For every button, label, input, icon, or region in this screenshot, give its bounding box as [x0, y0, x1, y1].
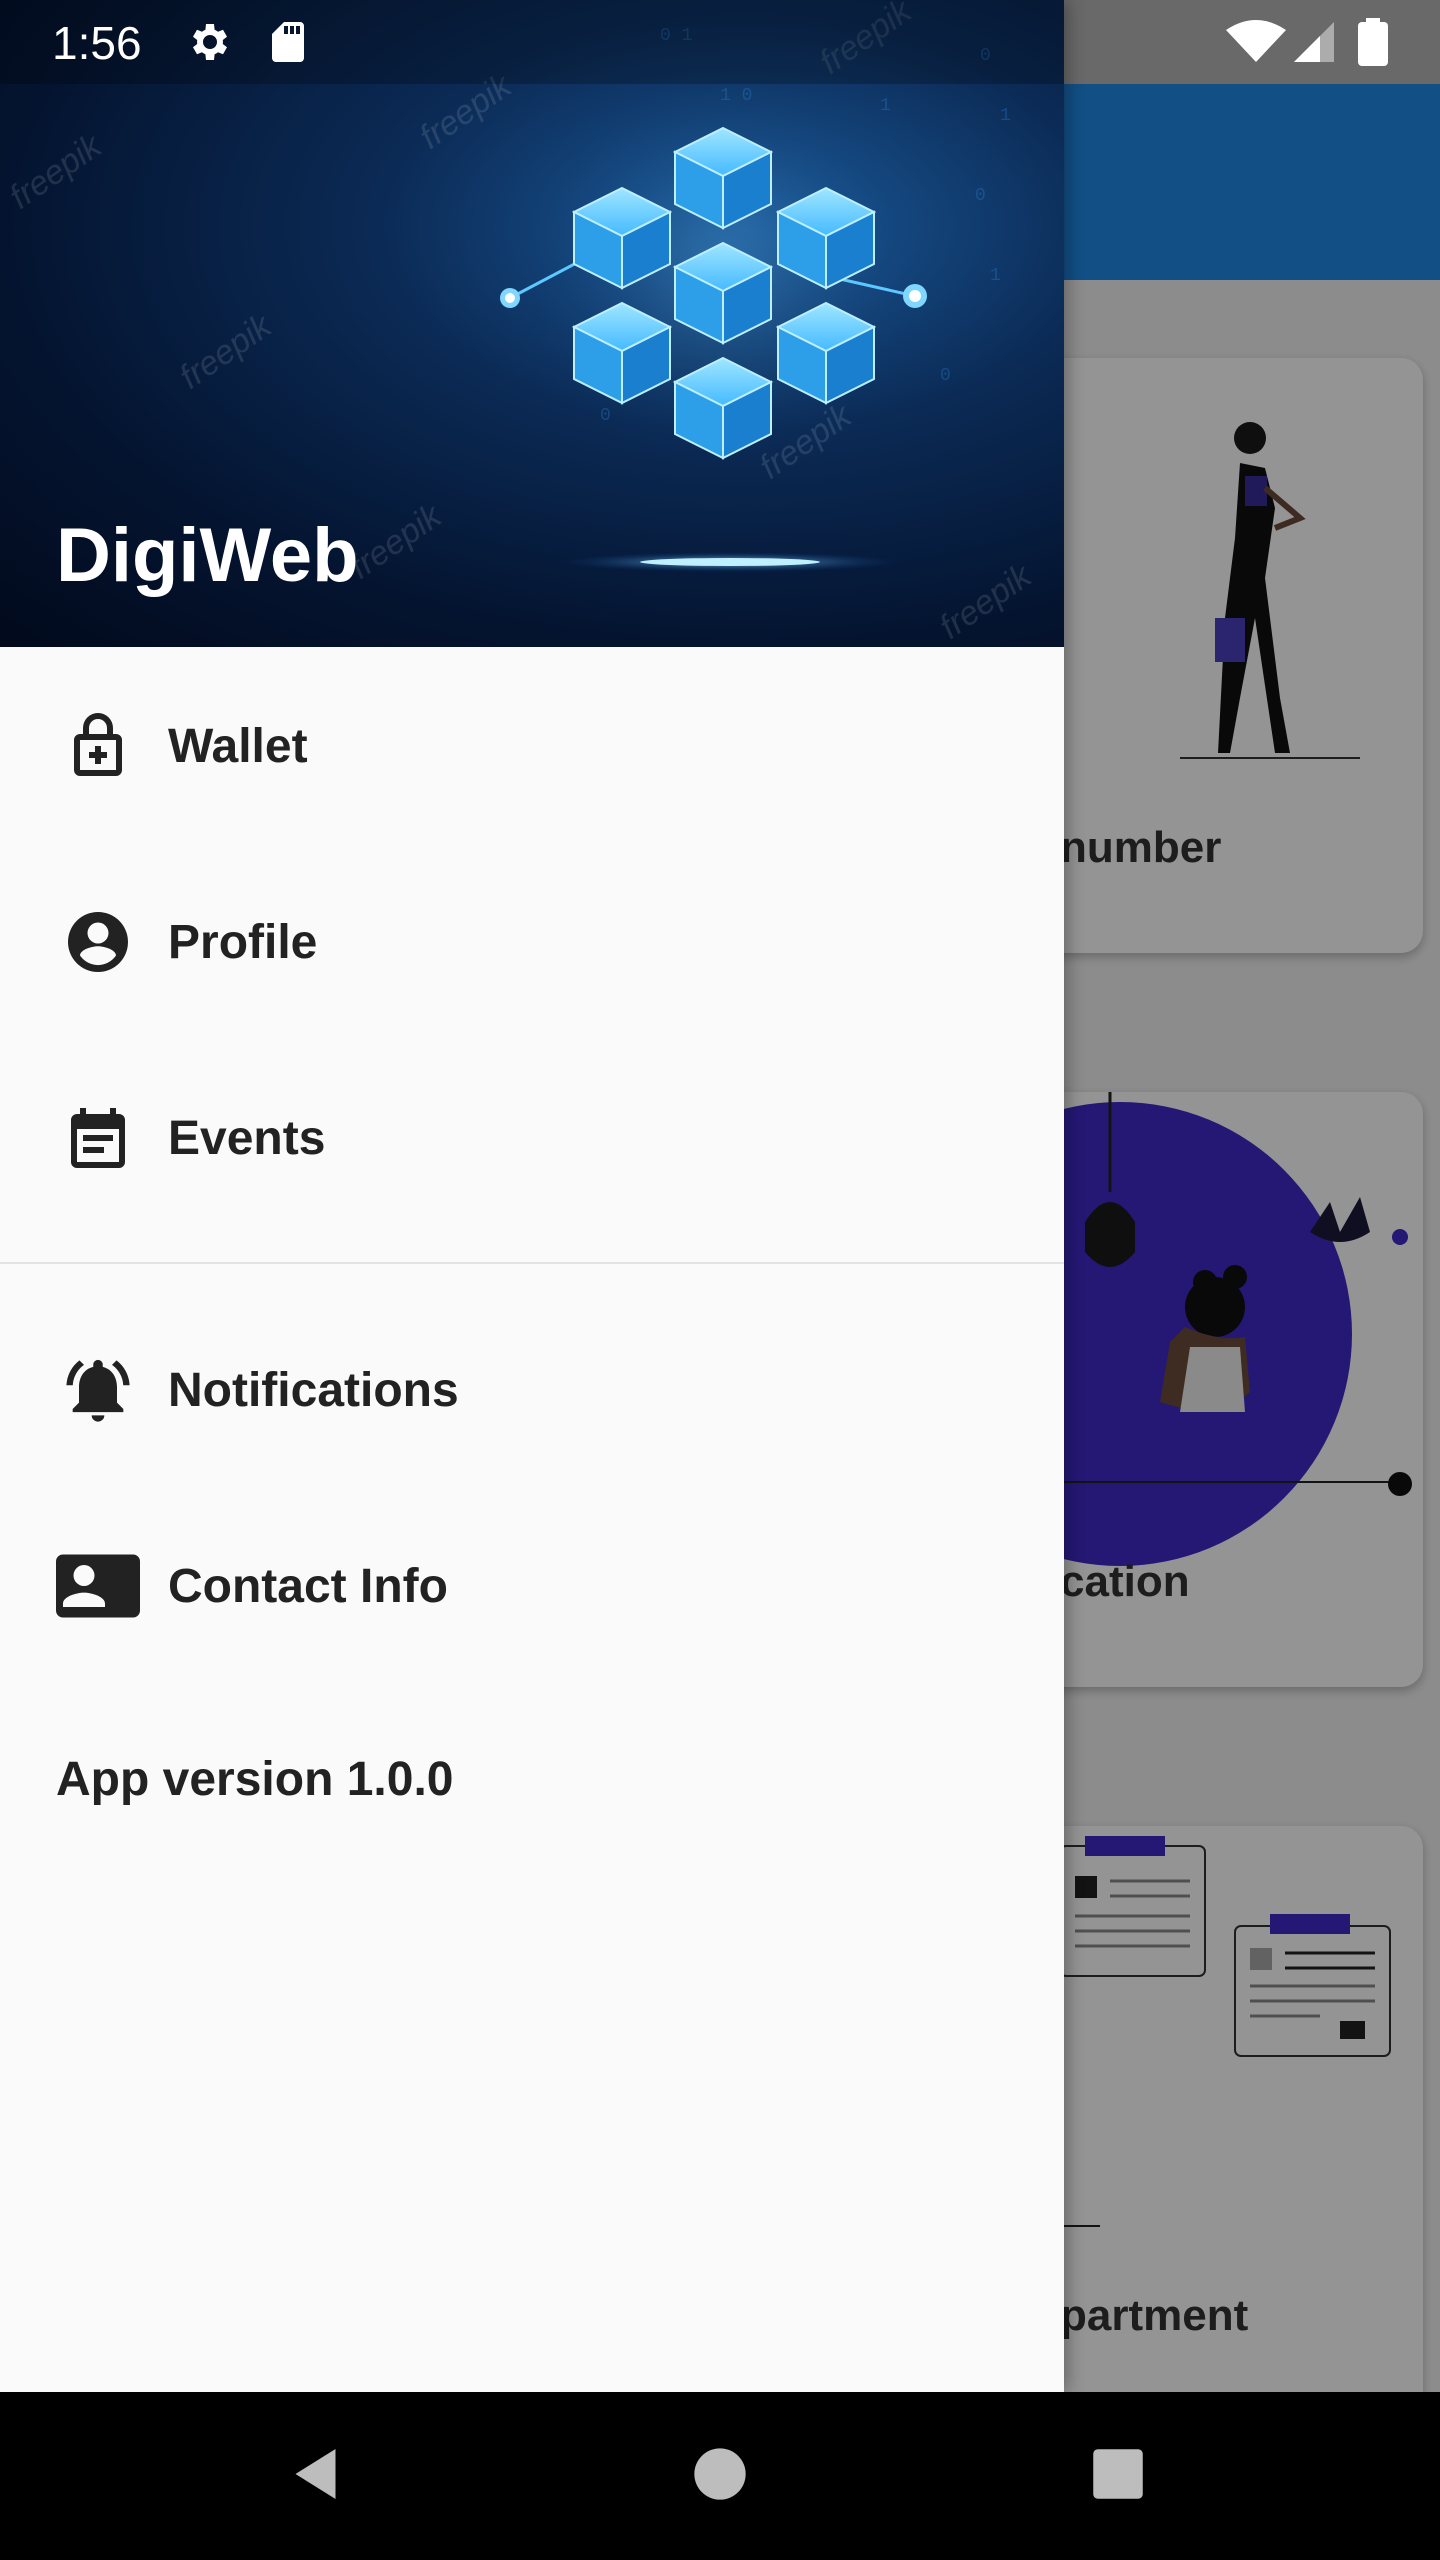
- back-button[interactable]: [234, 2392, 402, 2560]
- status-time: 1:56: [52, 17, 142, 69]
- calendar-event-icon: [56, 1096, 140, 1180]
- svg-text:freepik: freepik: [933, 556, 1040, 647]
- svg-text:1: 1: [1000, 106, 1011, 126]
- svg-text:1: 1: [880, 96, 891, 116]
- home-icon: [692, 2446, 748, 2507]
- menu-item-contact-info[interactable]: Contact Info: [0, 1488, 1064, 1684]
- menu-item-events[interactable]: Events: [0, 1040, 1064, 1236]
- recents-icon: [1091, 2447, 1145, 2506]
- system-navigation-bar: [0, 2392, 1440, 2560]
- svg-text:freepik: freepik: [343, 496, 450, 587]
- battery-icon: [1356, 18, 1390, 71]
- svg-text:0: 0: [975, 186, 986, 206]
- contact-phone-icon: [56, 1544, 140, 1628]
- svg-text:0: 0: [940, 366, 951, 386]
- menu-item-label: Wallet: [168, 719, 308, 773]
- settings-icon: [184, 18, 232, 71]
- menu-divider: [0, 1262, 1064, 1264]
- sd-card-icon: [264, 18, 312, 71]
- recents-button[interactable]: [1034, 2392, 1202, 2560]
- menu-item-label: Notifications: [168, 1363, 459, 1417]
- menu-item-wallet[interactable]: Wallet: [0, 648, 1064, 844]
- back-icon: [288, 2444, 348, 2509]
- wifi-icon: [1226, 18, 1286, 71]
- menu-item-profile[interactable]: Profile: [0, 844, 1064, 1040]
- signal-icon: [1290, 18, 1338, 71]
- wallet-lock-icon: [56, 704, 140, 788]
- menu-item-notifications[interactable]: Notifications: [0, 1292, 1064, 1488]
- svg-text:freepik: freepik: [3, 126, 110, 217]
- status-bar: 1:56: [0, 0, 1440, 84]
- bell-ringing-icon: [56, 1348, 140, 1432]
- menu-item-label: Contact Info: [168, 1559, 448, 1613]
- account-circle-icon: [56, 900, 140, 984]
- menu-item-label: Profile: [168, 915, 318, 969]
- menu-item-label: Events: [168, 1111, 326, 1165]
- svg-text:1: 1: [990, 266, 1001, 286]
- navigation-drawer: 010 101 0 11 00 freepik freepik freepik …: [0, 0, 1064, 2392]
- home-button[interactable]: [636, 2392, 804, 2560]
- drawer-header: 010 101 0 11 00 freepik freepik freepik …: [0, 0, 1064, 647]
- svg-text:freepik: freepik: [173, 306, 280, 397]
- app-title: DigiWeb: [56, 513, 359, 598]
- app-version-text: App version 1.0.0: [56, 1753, 454, 1806]
